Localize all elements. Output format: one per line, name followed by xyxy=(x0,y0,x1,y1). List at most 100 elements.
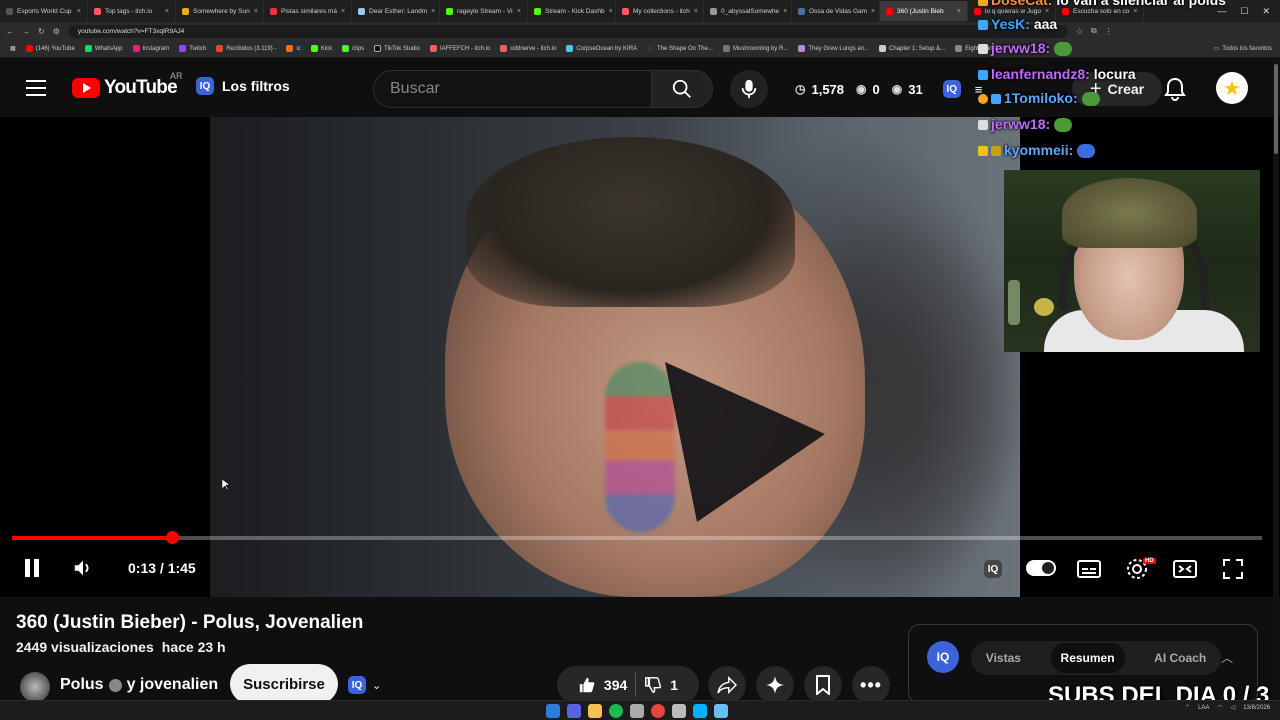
iq-dropdown-button[interactable]: IQ ⌄ xyxy=(348,670,394,700)
browser-tab[interactable]: Dear Esther: Landm × xyxy=(352,1,440,21)
browser-tab[interactable]: Top tags - itch.io × xyxy=(88,1,176,21)
share-button[interactable] xyxy=(708,666,746,704)
voice-search-button[interactable] xyxy=(730,70,768,108)
pause-icon-bar xyxy=(34,559,39,577)
app-icon[interactable] xyxy=(672,704,686,718)
back-icon[interactable]: ← xyxy=(6,27,14,36)
tab-favicon xyxy=(710,7,717,15)
bookmark-item[interactable]: Instagram xyxy=(132,45,169,52)
close-tab-icon[interactable]: × xyxy=(957,8,961,15)
spotify-icon[interactable] xyxy=(609,704,623,718)
bookmark-item[interactable]: Twitch xyxy=(179,45,206,52)
language-indicator[interactable]: LAA xyxy=(1198,705,1209,711)
search-input[interactable]: Buscar xyxy=(373,70,651,108)
wifi-icon[interactable]: ◠ xyxy=(1217,704,1222,711)
bookmark-item[interactable]: Chapter 1: Setup &... xyxy=(879,45,945,52)
chrome-icon[interactable] xyxy=(651,704,665,718)
subtitles-button[interactable] xyxy=(1075,555,1103,583)
scrollbar-thumb[interactable] xyxy=(1274,64,1278,154)
site-info-icon[interactable]: ⚙ xyxy=(53,27,60,36)
browser-tab[interactable]: rageylo Stream - Vi × xyxy=(440,1,528,21)
volume-button[interactable] xyxy=(70,556,96,580)
fullscreen-button[interactable] xyxy=(1219,555,1247,583)
chat-message: YesK: aaa xyxy=(978,16,1057,32)
bookmark-item[interactable]: ic xyxy=(286,45,301,52)
iq-panel-icon[interactable]: IQ xyxy=(927,641,959,673)
browser-tab[interactable]: Ossa de Vidas Gam × xyxy=(792,1,880,21)
date-display[interactable]: 13/8/2026 xyxy=(1243,705,1270,711)
close-tab-icon[interactable]: × xyxy=(783,8,787,15)
browser-tab-active[interactable]: 360 (Justin Bieb × xyxy=(880,1,968,21)
browser-tab[interactable]: Pistas similares má × xyxy=(264,1,352,21)
bookmark-item[interactable]: Recibidos (3.119) - xyxy=(216,45,276,52)
youtube-logo[interactable]: YouTube AR xyxy=(72,71,183,99)
menu-icon[interactable] xyxy=(26,80,46,96)
close-tab-icon[interactable]: × xyxy=(609,8,613,15)
windows-start-icon[interactable] xyxy=(546,704,560,718)
browser-app-icon[interactable] xyxy=(693,704,707,718)
speaker-icon[interactable]: ◁ xyxy=(1231,704,1236,711)
bookmark-item[interactable]: clips xyxy=(342,45,364,52)
discord-icon[interactable] xyxy=(567,704,581,718)
bookmark-item[interactable]: The Shape On The... xyxy=(647,45,713,52)
forward-icon[interactable]: → xyxy=(22,27,30,36)
bookmark-item[interactable]: They Grew Lungs an... xyxy=(798,45,869,52)
channel-avatar[interactable] xyxy=(20,672,50,702)
autoplay-toggle[interactable] xyxy=(1026,560,1056,576)
tray-chevron-icon[interactable]: ⌃ xyxy=(1185,704,1190,711)
search-button[interactable] xyxy=(651,70,713,108)
bookmark-item[interactable]: (146) YouTube xyxy=(25,45,75,52)
bookmark-item[interactable]: TikTok Studio xyxy=(374,45,420,52)
browser-tab[interactable]: My collections - itch × xyxy=(616,1,704,21)
bookmark-item[interactable]: WhatsApp xyxy=(84,45,123,52)
theater-mode-button[interactable] xyxy=(1171,555,1199,583)
close-tab-icon[interactable]: × xyxy=(77,8,81,15)
subscribe-button[interactable]: Suscribirse xyxy=(230,664,338,704)
iq-player-button[interactable]: IQ xyxy=(979,555,1007,583)
tab-vistas[interactable]: Vistas xyxy=(986,651,1021,665)
save-button[interactable] xyxy=(804,666,842,704)
bookmark-item[interactable]: Mushrooming by R... xyxy=(722,45,788,52)
apps-icon[interactable]: ▦ xyxy=(10,45,16,52)
close-tab-icon[interactable]: × xyxy=(431,8,435,15)
bookmark-item[interactable]: IAFFEFCH - itch.io xyxy=(429,45,490,52)
close-tab-icon[interactable]: × xyxy=(517,8,521,15)
close-tab-icon[interactable]: × xyxy=(341,8,345,15)
filters-button[interactable]: IQ Los filtros xyxy=(196,77,290,95)
obs-icon[interactable] xyxy=(630,704,644,718)
channel-name[interactable]: Polus y jovenalien xyxy=(60,676,218,694)
steam-icon[interactable] xyxy=(714,704,728,718)
dislike-count[interactable]: 1 xyxy=(670,677,678,693)
chevron-up-icon[interactable]: ︿ xyxy=(1221,649,1233,666)
close-tab-icon[interactable]: × xyxy=(254,8,258,15)
close-tab-icon[interactable]: × xyxy=(165,8,169,15)
progress-scrubber[interactable] xyxy=(166,531,179,544)
bookmark-item[interactable]: Kick xyxy=(310,45,332,52)
progress-bar[interactable] xyxy=(12,531,1262,544)
browser-tab[interactable]: 0_abyssalSomewhe × xyxy=(704,1,792,21)
close-tab-icon[interactable]: × xyxy=(871,8,875,15)
pause-button[interactable] xyxy=(22,556,42,580)
pause-icon-bar xyxy=(25,559,30,577)
chat-username: DoseCat: xyxy=(991,0,1053,8)
ai-assist-button[interactable] xyxy=(756,666,794,704)
thumbs-up-icon[interactable] xyxy=(578,676,596,694)
url-field[interactable]: youtube.com/watch?v=FT3xqIR9AJ4 xyxy=(67,24,1068,38)
browser-tab[interactable]: Stream - Kick Dashb × xyxy=(528,1,616,21)
browser-tab[interactable]: Esports World Cup × xyxy=(0,1,88,21)
tab-ai-coach[interactable]: AI Coach xyxy=(1154,651,1206,665)
file-explorer-icon[interactable] xyxy=(588,704,602,718)
browser-tab[interactable]: Somewhere by Sun × xyxy=(176,1,264,21)
close-tab-icon[interactable]: × xyxy=(694,8,698,15)
thumbs-down-icon[interactable] xyxy=(644,676,662,694)
page-scrollbar[interactable] xyxy=(1273,60,1279,700)
bookmark-favicon xyxy=(216,45,224,52)
more-actions-button[interactable]: ••• xyxy=(852,666,890,704)
chat-message: jerww18: xyxy=(978,116,1073,133)
iq-header-icon[interactable]: IQ xyxy=(942,80,961,98)
tab-resumen[interactable]: Resumen xyxy=(1050,643,1125,673)
reload-icon[interactable]: ↻ xyxy=(38,27,45,36)
like-count[interactable]: 394 xyxy=(604,677,627,693)
bookmark-item[interactable]: oddnerve - itch.io xyxy=(500,45,556,52)
bookmark-item[interactable]: CorpseOcean by KIRA xyxy=(566,45,637,52)
